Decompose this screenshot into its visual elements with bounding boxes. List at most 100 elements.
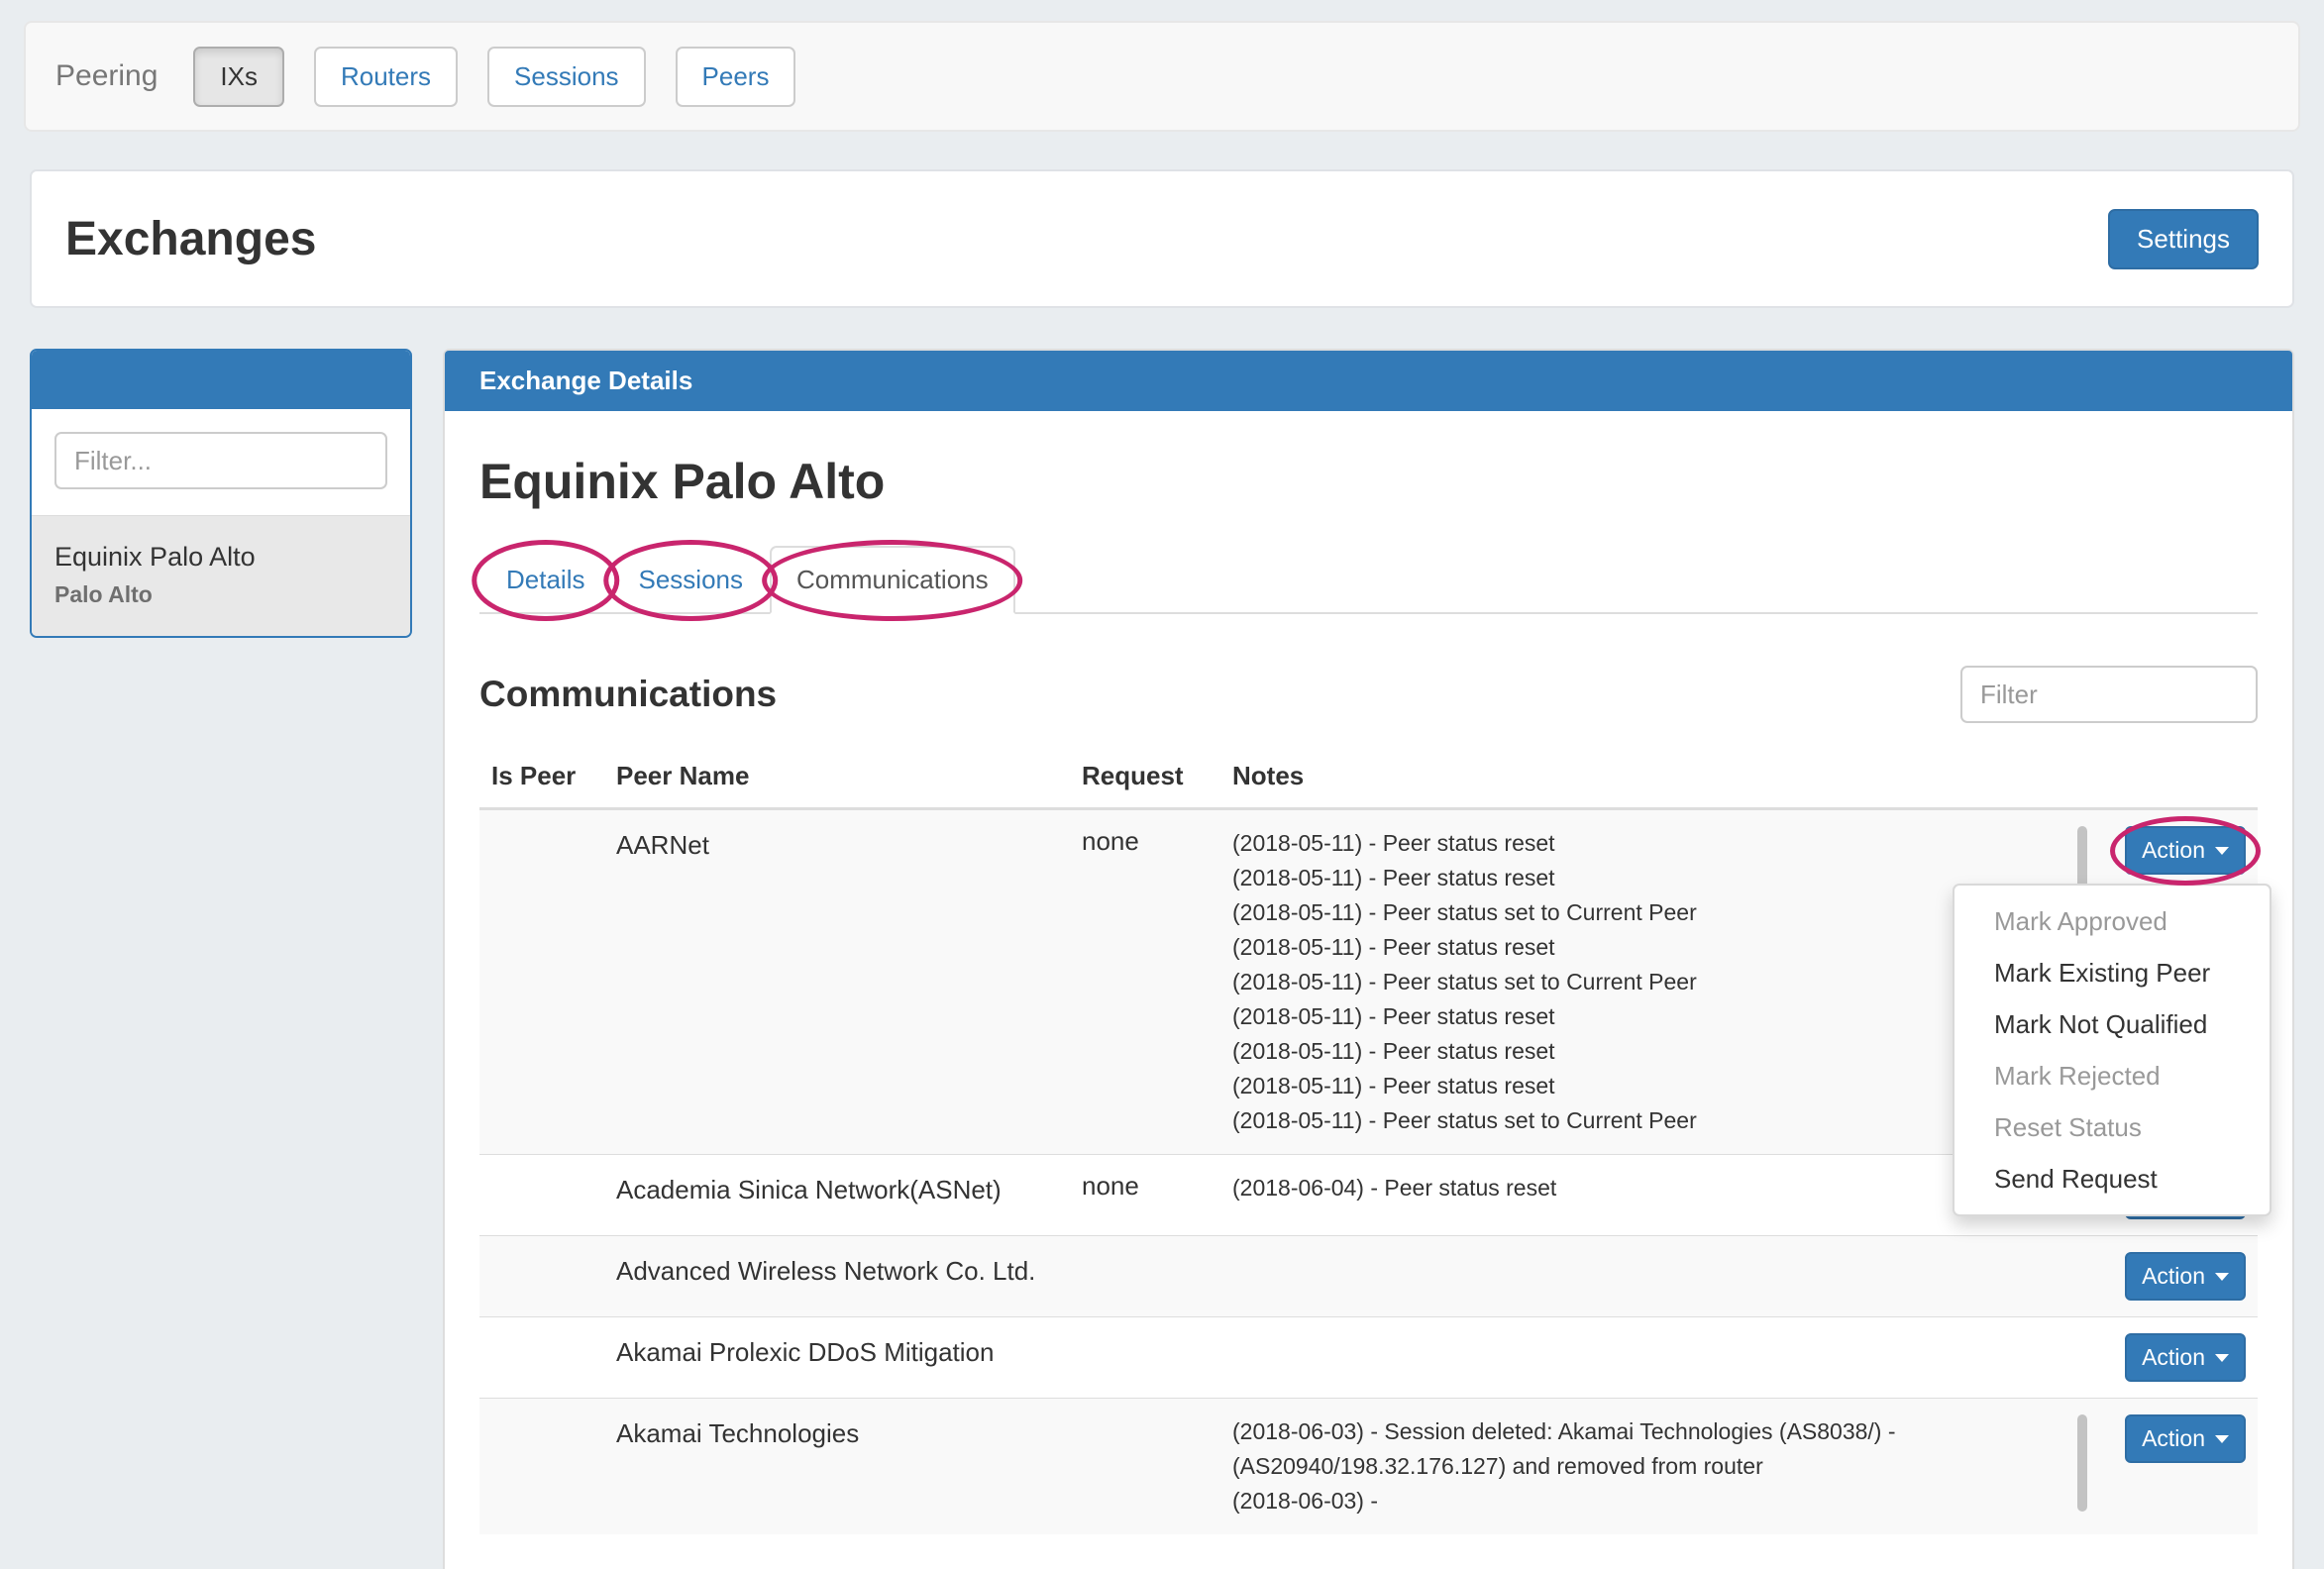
column-header-peer-name: Peer Name	[604, 749, 1070, 809]
is-peer-cell	[479, 1399, 604, 1535]
exchange-list-panel-header	[32, 351, 410, 409]
action-button-wrap: Action	[2125, 1333, 2246, 1382]
nav-button-routers[interactable]: Routers	[314, 47, 458, 107]
table-header-row: Is PeerPeer NameRequestNotes	[479, 749, 2258, 809]
peer-name-cell: Akamai Prolexic DDoS Mitigation	[604, 1317, 1070, 1399]
notes-scrollbar[interactable]	[2077, 1414, 2087, 1512]
communications-filter-input[interactable]	[1960, 666, 2258, 723]
top-navbar: Peering IXs Routers Sessions Peers	[24, 21, 2300, 132]
tab-communications[interactable]: Communications	[770, 546, 1015, 614]
nav-button-sessions[interactable]: Sessions	[487, 47, 646, 107]
note-entry: (2018-05-11) - Peer status reset	[1232, 1034, 2036, 1069]
caret-down-icon	[2215, 847, 2229, 855]
request-cell	[1070, 1236, 1220, 1317]
peer-name-cell: Advanced Wireless Network Co. Ltd.	[604, 1236, 1070, 1317]
action-cell: Action	[2048, 1236, 2258, 1317]
note-entry: (2018-06-03) - Session deleted: Akamai T…	[1232, 1414, 2036, 1484]
column-header-is-peer: Is Peer	[479, 749, 604, 809]
page: Peering IXs Routers Sessions Peers Exchange…	[0, 21, 2324, 1569]
settings-button[interactable]: Settings	[2108, 209, 2259, 269]
request-cell	[1070, 1399, 1220, 1535]
note-entry: (2018-05-11) - Peer status reset	[1232, 999, 2036, 1034]
note-entry: (2018-05-11) - Peer status reset	[1232, 1069, 2036, 1103]
nav-button-peers[interactable]: Peers	[676, 47, 796, 107]
exchange-details-body: Equinix Palo Alto DetailsSessionsCommuni…	[445, 411, 2292, 1569]
action-cell: ActionMark ApprovedMark Existing PeerMar…	[2048, 809, 2258, 1155]
menu-item-mark-not-qualified[interactable]: Mark Not Qualified	[1954, 998, 2270, 1050]
caret-down-icon	[2215, 1435, 2229, 1443]
action-button[interactable]: Action	[2125, 1333, 2246, 1382]
nav-buttons: IXs Routers Sessions Peers	[193, 47, 795, 107]
table-row: AARNetnone(2018-05-11) - Peer status res…	[479, 809, 2258, 1155]
exchange-item-name: Equinix Palo Alto	[54, 542, 387, 573]
tab-sessions[interactable]: Sessions	[611, 546, 770, 614]
note-entry: (2018-05-11) - Peer status reset	[1232, 930, 2036, 965]
action-button-wrap: Action	[2125, 826, 2246, 875]
exchange-filter-input[interactable]	[54, 432, 387, 489]
note-entry: (2018-05-11) - Peer status set to Curren…	[1232, 1103, 2036, 1138]
is-peer-cell	[479, 1236, 604, 1317]
tab-item: Details	[479, 546, 611, 614]
menu-item-reset-status[interactable]: Reset Status	[1954, 1101, 2270, 1153]
caret-down-icon	[2215, 1273, 2229, 1281]
exchange-details-panel: Exchange Details Equinix Palo Alto Detai…	[443, 349, 2294, 1569]
table-row: Advanced Wireless Network Co. Ltd. Action	[479, 1236, 2258, 1317]
exchange-details-panel-header: Exchange Details	[445, 351, 2292, 411]
column-header-request: Request	[1070, 749, 1220, 809]
note-entry: (2018-06-04) - Peer status reset	[1232, 1171, 2036, 1205]
page-header-panel: Exchanges Settings	[30, 169, 2294, 308]
exchange-title: Equinix Palo Alto	[479, 453, 2258, 510]
tab-item: Communications	[770, 546, 1015, 614]
action-button[interactable]: Action	[2125, 826, 2246, 875]
notes-scrollbar[interactable]	[2077, 826, 2087, 889]
tab-details[interactable]: Details	[479, 546, 611, 614]
exchange-list-item[interactable]: Equinix Palo Alto Palo Alto	[32, 515, 410, 636]
request-cell	[1070, 1317, 1220, 1399]
peer-name-cell: Academia Sinica Network(ASNet)	[604, 1155, 1070, 1236]
note-entry: (2018-05-11) - Peer status set to Curren…	[1232, 895, 2036, 930]
menu-item-mark-existing-peer[interactable]: Mark Existing Peer	[1954, 947, 2270, 998]
notes-cell: (2018-05-11) - Peer status reset(2018-05…	[1220, 809, 2048, 1155]
menu-item-mark-rejected[interactable]: Mark Rejected	[1954, 1050, 2270, 1101]
table-row: Akamai Technologies (2018-06-03) - Sessio…	[479, 1399, 2258, 1535]
request-cell: none	[1070, 809, 1220, 1155]
exchange-list: Equinix Palo Alto Palo Alto	[32, 515, 410, 636]
action-dropdown-menu: Mark ApprovedMark Existing PeerMark Not …	[1953, 884, 2271, 1216]
is-peer-cell	[479, 1155, 604, 1236]
menu-item-mark-approved[interactable]: Mark Approved	[1954, 895, 2270, 947]
column-header-actions	[2048, 749, 2258, 809]
request-cell: none	[1070, 1155, 1220, 1236]
nav-button-ixs[interactable]: IXs	[193, 47, 284, 107]
app-brand: Peering	[55, 59, 158, 93]
notes-cell	[1220, 1236, 2048, 1317]
content-area: Equinix Palo Alto Palo Alto Exchange Deta…	[30, 349, 2294, 1569]
exchange-list-panel-body	[32, 409, 410, 515]
note-entry: (2018-05-11) - Peer status reset	[1232, 826, 2036, 861]
action-cell: Action	[2048, 1399, 2258, 1535]
is-peer-cell	[479, 1317, 604, 1399]
action-button-label: Action	[2142, 1344, 2205, 1371]
action-button-label: Action	[2142, 1425, 2205, 1452]
tab-item: Sessions	[611, 546, 770, 614]
action-button-wrap: Action	[2125, 1414, 2246, 1463]
peer-name-cell: Akamai Technologies	[604, 1399, 1070, 1535]
action-button-label: Action	[2142, 837, 2205, 864]
peer-name-cell: AARNet	[604, 809, 1070, 1155]
notes-cell: (2018-06-04) - Peer status reset	[1220, 1155, 2048, 1236]
communications-section-header: Communications	[479, 666, 2258, 723]
menu-item-send-request[interactable]: Send Request	[1954, 1153, 2270, 1204]
exchange-item-city: Palo Alto	[54, 581, 387, 608]
action-button-wrap: Action	[2125, 1252, 2246, 1301]
action-cell: Action	[2048, 1317, 2258, 1399]
action-button[interactable]: Action	[2125, 1252, 2246, 1301]
action-button[interactable]: Action	[2125, 1414, 2246, 1463]
table-row: Akamai Prolexic DDoS Mitigation Action	[479, 1317, 2258, 1399]
caret-down-icon	[2215, 1354, 2229, 1362]
tab-bar: DetailsSessionsCommunications	[479, 546, 2258, 614]
page-title: Exchanges	[65, 212, 316, 266]
column-header-notes: Notes	[1220, 749, 2048, 809]
is-peer-cell	[479, 809, 604, 1155]
notes-cell	[1220, 1317, 2048, 1399]
action-button-label: Action	[2142, 1263, 2205, 1290]
exchange-list-panel: Equinix Palo Alto Palo Alto	[30, 349, 412, 638]
